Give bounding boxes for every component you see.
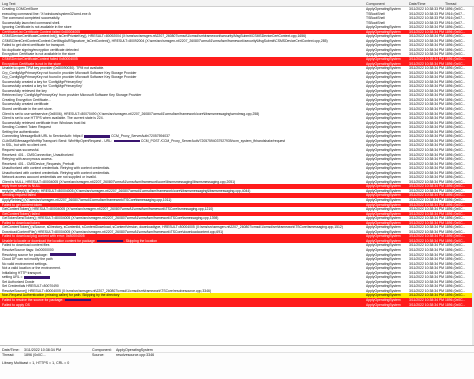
log-text: Failed to resolve the source for package…: [2, 298, 65, 302]
log-text: Crp_ConfigMgrPrimaryKey not found in pro…: [2, 75, 137, 80]
log-text: GetContentToken(); HRESULT=80004005 (X:\…: [2, 207, 214, 212]
log-text-tail: . Skipping the location: [123, 238, 158, 243]
log-text-tail: CCM_POST /CCM_Proxy_ServerAuth/720575940…: [140, 138, 285, 143]
log-text: Set Authorized Dowle: [2, 279, 35, 284]
log-text: Initializing HTTP transport.: [2, 270, 42, 275]
log-text: Unauthorized with context credentials. R…: [2, 170, 110, 175]
log-text: No valid environment settings.: [2, 261, 48, 266]
redaction-bar: [24, 276, 51, 279]
log-thread: 1896 (0x0C...: [445, 302, 466, 307]
column-component[interactable]: Component: [366, 2, 385, 6]
log-text: No duplicate signing/encryption certific…: [2, 47, 79, 52]
log-text-tail: CCM_Proxy_ServerAuth/72057594037: [111, 134, 170, 139]
log-text: Received: 401 - CMSDevice_Requests_Prebu…: [2, 161, 75, 166]
log-text: CSMSDeviceCertificateContext:Init(), tsC…: [2, 34, 307, 39]
log-text: Sending request failed: [2, 193, 36, 198]
log-text: Retrying with anonymous access.: [2, 157, 53, 162]
log-text: Retrieved key 'ConfigMgrPrimaryKey' from…: [2, 93, 142, 98]
log-text: Unable to open TPM key provider (0x80090…: [2, 66, 105, 71]
log-text: Successfully created a key for 'ConfigMg…: [2, 84, 83, 89]
log-text: Encryption Certificate is not available …: [2, 52, 76, 57]
log-text: The command completed successfully.: [2, 16, 61, 21]
column-date-time[interactable]: Date/Time: [409, 2, 425, 6]
log-text: Unauthorized with context credentials. R…: [2, 166, 110, 171]
log-text: CertificateList Certificate Context fail…: [2, 29, 81, 34]
log-text: Client is NULL, HRESULT=80004005 (X:\sms…: [2, 179, 236, 184]
log-list[interactable]: Creating COMCertStore ApplyOperatingSyste…: [0, 7, 474, 345]
log-text: Not a valid location or the environment.: [2, 266, 61, 271]
log-row[interactable]: Failed to apply OS ApplyOperatingSystem 3/…: [0, 302, 474, 308]
log-text: reply from server is NULL: [2, 184, 41, 189]
detail-thread-label: Thread:: [2, 353, 15, 357]
column-thread[interactable]: Thread: [445, 2, 456, 6]
log-text: Failed to get client certificate for tra…: [2, 43, 66, 48]
redaction-bar: [84, 135, 111, 138]
log-text: GetContentToken(); sSource, sDirectory, …: [2, 225, 343, 230]
log-text: ResolveSource flags: 0x00000000: [2, 247, 54, 252]
column-log-text[interactable]: Log Text: [2, 2, 16, 6]
log-text: ResolveSource() HRESULT=80004005 (X:\sms…: [2, 288, 212, 293]
log-text: setting URL =: [2, 275, 24, 280]
log-text: Ignoring Certificate is not available in…: [2, 25, 72, 30]
log-text: Received: 401 - CMSConnection_Unauthoriz…: [2, 152, 74, 157]
log-text: Setting the authenticator.: [2, 129, 40, 134]
log-text: Unable to locate or download the locatio…: [2, 238, 96, 243]
log-text-cell: Failed to apply OS: [2, 303, 362, 308]
log-text: GetTokenSendToken(); HRESULT=80004005 (X…: [2, 216, 219, 221]
log-date-time: 3/11/2022 10:38:34 PM: [409, 302, 444, 307]
redaction-bar: [49, 253, 76, 256]
detail-source-value: resolvesource.cpp:3346: [116, 353, 155, 357]
log-text: Non-Request Authentication (missing call…: [2, 293, 120, 298]
log-text: Network access account credentials are n…: [2, 175, 97, 180]
log-text: ApplyRetries() (X:\sms\src\smsgen-nt\220…: [2, 197, 172, 202]
redaction-bar: [65, 298, 92, 302]
details-pane: Date/Time: 3/11/2022 10:38:34 PM Compone…: [0, 345, 474, 379]
detail-thread-value: 1896 (0x0C...: [24, 353, 46, 357]
log-text: Failed to download token: [2, 220, 40, 225]
log-text: DownloadContentFile() HRESULT=80004005 (…: [2, 229, 224, 234]
log-text: GetContentToken() failed: [2, 211, 40, 216]
redaction-bar: [96, 239, 123, 243]
log-text: Creating Encryption Certificate...: [2, 97, 51, 102]
log-text: Creating COMCertStore: [2, 7, 39, 11]
log-text: Client is set to use HTTPS when availabl…: [2, 116, 104, 121]
details-divider: [0, 352, 474, 353]
log-text: Set Credentials HRESULT=80070490: [2, 284, 59, 289]
log-text-tail: content with error: 0x80004005: [37, 234, 85, 239]
log-text: Failed to get content token: [2, 202, 42, 207]
log-text: executing command line: 'X:\windows\syst…: [2, 11, 92, 16]
log-text: Failed to download pkg: [2, 234, 38, 239]
log-viewer: Log Text Component Date/Time Thread Crea…: [0, 0, 474, 379]
log-text: Client is set to use webservice (0x8006)…: [2, 111, 260, 116]
log-text: Cloud DP can not modify the path: [2, 257, 53, 262]
log-text: Sending Content Token Request: [2, 125, 51, 130]
log-text: Successfully retrieved certificate from …: [2, 120, 86, 125]
log-text: Stored certificate in the cert store.: [2, 107, 53, 112]
log-text: CLibSMSMessageWinHttpTransport::Send: Wi…: [2, 138, 113, 143]
log-text: Failed to apply OS: [2, 302, 30, 307]
log-text: CSMSClientCertContextContext:CertMsgAsRS…: [2, 38, 328, 43]
log-text: Successfully created certificate: [2, 102, 49, 107]
detail-source-label: Source:: [92, 353, 105, 357]
log-text: Encryption Certificate is not in the sto…: [2, 61, 61, 66]
log-text: In SSL, but with no client cert.: [2, 143, 47, 148]
column-header: Log Text Component Date/Time Thread: [0, 0, 474, 7]
log-text: reply(m_sReply); sReply; HRESULT=8000400…: [2, 188, 251, 193]
log-text: Request was successful.: [2, 147, 40, 152]
log-text: Successfully created a key for 'ConfigMg…: [2, 79, 83, 84]
log-text: Failed to download content files: [2, 243, 50, 248]
log-text: Resolving source for package:: [2, 252, 49, 257]
detail-message: Library Multicast = 1, HTTPS = 1, CRL = …: [2, 361, 70, 365]
log-text: Connecting MessageBuilt URL to ServiceAu…: [2, 134, 84, 139]
redaction-bar: [113, 139, 140, 143]
log-component: ApplyOperatingSystem: [366, 302, 401, 307]
log-text: Successfully launched command shell.: [2, 20, 61, 25]
log-text: Crp_ConfigMgrPrimaryKey not found in pro…: [2, 70, 137, 75]
log-text: Successfully retrieved the key: [2, 88, 47, 93]
log-text: CSMSDeviceCertificateContext failed 0x80…: [2, 57, 78, 62]
